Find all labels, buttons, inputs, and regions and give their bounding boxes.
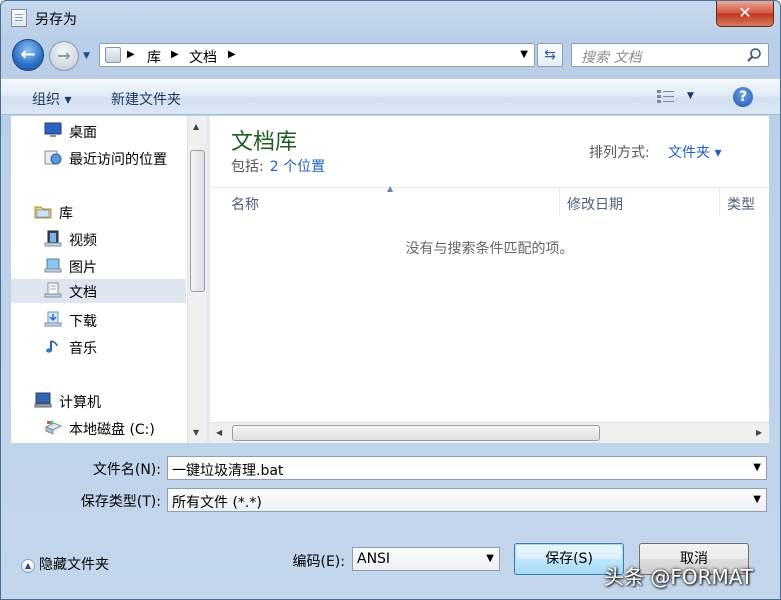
downloads-icon	[44, 311, 62, 327]
library-locations-link[interactable]: 2 个位置	[270, 159, 325, 175]
scroll-down-icon[interactable]: ▼	[193, 428, 199, 437]
address-dropdown-icon[interactable]: ▼	[520, 49, 528, 60]
filetype-value: 所有文件 (*.*)	[172, 495, 262, 511]
local-disk-icon	[44, 421, 62, 435]
nav-label: 视频	[69, 233, 97, 249]
nav-label: 音乐	[69, 341, 97, 357]
music-icon	[46, 340, 58, 353]
recent-places-icon	[44, 150, 62, 165]
arrange-by-label: 排列方式:	[589, 145, 650, 161]
column-divider[interactable]	[719, 188, 720, 216]
help-icon[interactable]: ?	[733, 87, 753, 107]
nav-item-local-disk[interactable]: 本地磁盘 (C:)	[11, 416, 186, 440]
address-row: ← → ▼ ▶ 库 ▶ 文档 ▶ ▼ ⇆ 搜索 文档	[1, 35, 780, 75]
nav-item-music[interactable]: 音乐	[11, 335, 186, 359]
nav-label: 最近访问的位置	[69, 152, 167, 168]
nav-label: 图片	[69, 260, 97, 276]
address-bar[interactable]: ▶ 库 ▶ 文档 ▶ ▼	[99, 43, 535, 67]
chevron-down-icon[interactable]: ▼	[753, 462, 761, 473]
computer-icon	[34, 392, 52, 408]
nav-item-downloads[interactable]: 下载	[11, 308, 186, 332]
column-divider[interactable]	[559, 188, 560, 216]
nav-label: 本地磁盘 (C:)	[69, 422, 155, 438]
chevron-down-icon[interactable]: ▼	[486, 553, 494, 564]
hscroll-thumb[interactable]	[232, 425, 600, 441]
view-options-dropdown[interactable]: ▼	[687, 91, 694, 101]
column-name[interactable]: 名称	[231, 194, 259, 214]
column-type[interactable]: 类型	[727, 194, 755, 214]
navigation-pane: 桌面 最近访问的位置 库 视频 图片 文档 下载 音乐 计算机 本地磁盘 (C:…	[11, 116, 206, 443]
sort-ascending-icon: ▲	[387, 184, 394, 193]
encoding-select[interactable]: ANSI ▼	[352, 547, 500, 571]
search-input[interactable]: 搜索 文档	[571, 43, 769, 67]
close-button[interactable]: ✕	[716, 1, 774, 27]
filename-input[interactable]: 一键垃圾清理.bat ▼	[167, 456, 767, 480]
nav-label: 计算机	[59, 395, 101, 411]
filename-label: 文件名(N):	[92, 462, 161, 478]
chevron-down-icon[interactable]: ▼	[753, 494, 761, 505]
new-folder-button[interactable]: 新建文件夹	[111, 89, 181, 109]
organize-menu[interactable]: 组织 ▾	[32, 89, 71, 109]
notepad-icon	[11, 9, 27, 27]
command-bar: 组织 ▾ 新建文件夹 ▼ ?	[1, 79, 780, 115]
file-list-pane: 文档库 包括: 2 个位置 排列方式: 文件夹 ▾ ▲ 名称 修改日期 类型 没有…	[210, 116, 769, 443]
nav-item-documents[interactable]: 文档	[11, 279, 186, 303]
nav-item-libraries[interactable]: 库	[11, 200, 186, 224]
documents-icon	[44, 282, 62, 298]
watermark: 头条 @FORMAT	[604, 565, 754, 589]
encoding-value: ANSI	[357, 551, 391, 567]
nav-item-computer[interactable]: 计算机	[11, 389, 186, 413]
nav-pane-scrollbar[interactable]: ▲ ▼	[187, 116, 206, 443]
nav-label: 下载	[69, 314, 97, 330]
search-icon[interactable]	[746, 47, 762, 63]
encoding-label: 编码(E):	[292, 554, 346, 570]
scroll-right-icon[interactable]: ▶	[756, 428, 762, 437]
breadcrumb-documents[interactable]: 文档	[189, 47, 217, 67]
desktop-icon	[44, 122, 62, 137]
recent-pages-dropdown[interactable]: ▼	[83, 51, 95, 61]
filetype-select[interactable]: 所有文件 (*.*) ▼	[167, 488, 767, 512]
search-placeholder: 搜索 文档	[581, 50, 642, 66]
nav-item-desktop[interactable]: 桌面	[11, 119, 186, 143]
nav-item-recent-places[interactable]: 最近访问的位置	[11, 146, 186, 170]
nav-label: 桌面	[69, 125, 97, 141]
nav-label: 文档	[69, 285, 97, 301]
pictures-icon	[44, 258, 62, 273]
library-includes: 包括: 2 个位置	[231, 156, 325, 176]
filetype-label: 保存类型(T):	[80, 494, 161, 510]
libraries-icon	[34, 206, 52, 219]
nav-item-pictures[interactable]: 图片	[11, 254, 186, 278]
collapse-up-icon: ▲	[21, 559, 35, 573]
chevron-right-icon[interactable]: ▶	[171, 49, 179, 60]
nav-scroll-thumb[interactable]	[190, 150, 205, 292]
window-title: 另存为	[35, 12, 77, 28]
save-as-dialog: 另存为 ✕ ← → ▼ ▶ 库 ▶ 文档 ▶ ▼ ⇆ 搜索 文档 组织 ▾ 新建…	[0, 0, 781, 600]
breadcrumb-libraries[interactable]: 库	[147, 47, 161, 67]
library-title: 文档库	[231, 130, 298, 155]
chevron-right-icon[interactable]: ▶	[228, 49, 236, 60]
title-bar: 另存为 ✕	[1, 1, 780, 35]
empty-results-message: 没有与搜索条件匹配的项。	[405, 241, 574, 257]
nav-label: 库	[59, 206, 73, 222]
videos-icon	[44, 230, 62, 247]
scroll-up-icon[interactable]: ▲	[193, 122, 199, 131]
scroll-left-icon[interactable]: ◀	[216, 428, 222, 437]
includes-label: 包括:	[231, 159, 264, 175]
refresh-button[interactable]: ⇆	[537, 43, 563, 67]
forward-button[interactable]: →	[49, 41, 79, 71]
hide-folders-label: 隐藏文件夹	[39, 557, 109, 573]
nav-item-videos[interactable]: 视频	[11, 227, 186, 251]
file-list-hscrollbar[interactable]: ◀ ▶	[210, 422, 769, 443]
hide-folders-toggle[interactable]: ▲ 隐藏文件夹	[21, 554, 109, 574]
column-header-row: ▲ 名称 修改日期 类型	[210, 184, 769, 216]
filename-value: 一键垃圾清理.bat	[172, 463, 284, 479]
chevron-right-icon[interactable]: ▶	[127, 49, 135, 60]
library-location-icon	[105, 47, 121, 63]
arrange-by-dropdown[interactable]: 文件夹 ▾	[668, 142, 721, 162]
column-date-modified[interactable]: 修改日期	[567, 194, 623, 214]
back-button[interactable]: ←	[12, 39, 44, 71]
change-view-icon[interactable]	[656, 89, 676, 105]
